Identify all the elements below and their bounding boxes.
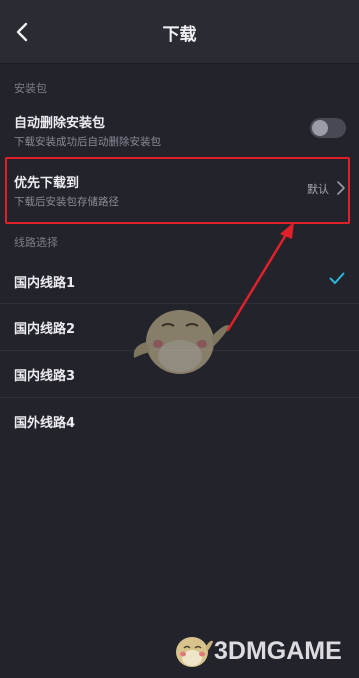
top-bar: 下载 (0, 0, 359, 64)
page-title: 下载 (162, 25, 197, 45)
auto-delete-row[interactable]: 自动删除安装包 下载安装成功后自动删除安装包 (0, 104, 359, 156)
checkmark-icon (329, 272, 345, 284)
toggle-knob (312, 120, 328, 136)
download-settings-screen: 下载 安装包 自动删除安装包 下载安装成功后自动删除安装包 优先下载到 下载后安… (0, 0, 359, 678)
section-label-route: 线路选择 (14, 236, 58, 249)
route-label: 国外线路4 (14, 416, 76, 431)
auto-delete-subtitle: 下载安装成功后自动删除安装包 (14, 136, 161, 148)
annotation-highlight-box (5, 157, 350, 224)
route-option-4[interactable]: 国外线路4 (0, 398, 359, 444)
auto-delete-toggle[interactable] (310, 118, 346, 138)
route-label: 国内线路2 (14, 322, 76, 337)
route-option-3[interactable]: 国内线路3 (0, 351, 359, 397)
watermark-logo-icon (176, 637, 213, 667)
section-label-package: 安装包 (14, 82, 47, 95)
watermark-text: 3DMGAME (214, 637, 342, 665)
route-label: 国内线路3 (14, 369, 76, 384)
watermark: 3DMGAME (170, 628, 355, 672)
route-option-2[interactable]: 国内线路2 (0, 304, 359, 350)
route-label: 国内线路1 (14, 276, 76, 291)
route-option-1[interactable]: 国内线路1 (0, 256, 359, 302)
auto-delete-title: 自动删除安装包 (14, 116, 106, 131)
